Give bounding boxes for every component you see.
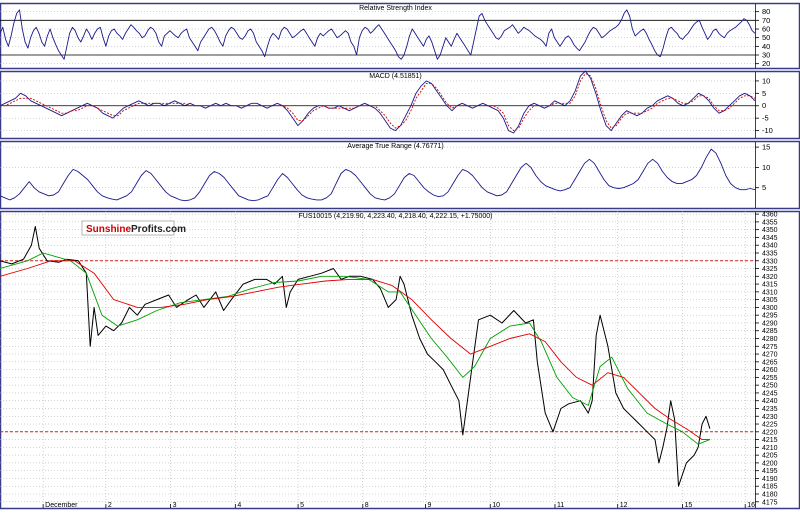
price-xtick-label: 3 <box>173 502 177 509</box>
price-ytick-label: 4290 <box>762 320 778 327</box>
stock-chart: 20 30 40 50 60 70 80 Relative Strength Index -10… <box>0 0 800 512</box>
price-xtick-label: 2 <box>108 502 112 509</box>
rsi-ytick-label: 80 <box>762 7 770 16</box>
atr-ytick-label: 10 <box>762 163 770 172</box>
price-ytick-label: 4175 <box>762 499 778 506</box>
atr-ytick-label: 15 <box>762 143 770 152</box>
price-ytick-label: 4300 <box>762 305 778 312</box>
price-ytick-label: 4255 <box>762 375 778 382</box>
price-ytick-label: 4330 <box>762 258 778 265</box>
price-ytick-label: 4335 <box>762 250 778 257</box>
rsi-ytick-label: 20 <box>762 59 770 68</box>
price-xtick-label: 15 <box>684 502 692 509</box>
macd-ytick-label: 10 <box>762 76 770 85</box>
price-xtick-label: 9 <box>428 502 432 509</box>
logo-part-2: Profits.com <box>131 224 186 235</box>
rsi-ytick-label: 60 <box>762 25 770 34</box>
price-ytick-label: 4220 <box>762 429 778 436</box>
price-ytick-label: 4240 <box>762 398 778 405</box>
price-ytick-label: 4280 <box>762 336 778 343</box>
price-xtick-label: 5 <box>300 502 304 509</box>
price-ytick-label: 4250 <box>762 383 778 390</box>
price-ytick-label: 4340 <box>762 243 778 250</box>
price-ytick-label: 4355 <box>762 219 778 226</box>
price-ytick-label: 4310 <box>762 289 778 296</box>
price-xtick-label: 4 <box>237 502 241 509</box>
price-ytick-label: 4225 <box>762 422 778 429</box>
price-ytick-label: 4195 <box>762 468 778 475</box>
price-ytick-label: 4210 <box>762 445 778 452</box>
price-ytick-label: 4285 <box>762 328 778 335</box>
price-ytick-label: 4230 <box>762 414 778 421</box>
price-xtick-label: 12 <box>620 502 628 509</box>
macd-ytick-label: -5 <box>762 114 769 123</box>
rsi-ytick-label: 30 <box>762 51 770 60</box>
price-ytick-label: 4190 <box>762 476 778 483</box>
macd-ytick-label: 5 <box>762 89 766 98</box>
price-ytick-label: 4350 <box>762 227 778 234</box>
price-ytick-label: 4265 <box>762 359 778 366</box>
price-ytick-label: 4320 <box>762 274 778 281</box>
atr-ytick-label: 5 <box>762 183 766 192</box>
rsi-ytick-label: 70 <box>762 16 770 25</box>
macd-ytick-label: -10 <box>762 126 773 135</box>
sunshine-profits-logo: SunshineProfits.com <box>86 224 186 235</box>
macd-panel-frame <box>0 70 800 140</box>
price-ytick-label: 4270 <box>762 352 778 359</box>
price-ytick-label: 4275 <box>762 344 778 351</box>
price-ytick-label: 4215 <box>762 437 778 444</box>
price-xtick-label: 11 <box>557 502 564 509</box>
price-ytick-label: 4235 <box>762 406 778 413</box>
price-ytick-label: 4315 <box>762 282 778 289</box>
logo-part-1: Sunshine <box>86 224 131 235</box>
price-ytick-label: 4360 <box>762 212 778 219</box>
price-xtick-label: 10 <box>492 502 500 509</box>
price-xtick-label: December <box>45 502 78 509</box>
price-ytick-label: 4345 <box>762 235 778 242</box>
price-title: FUS10015 (4,219.90, 4,223.40, 4,218.40, … <box>298 213 492 220</box>
price-ytick-label: 4200 <box>762 460 778 467</box>
price-ytick-label: 4205 <box>762 453 778 460</box>
atr-title: Average True Range (4.76771) <box>347 143 443 150</box>
rsi-title: Relative Strength Index <box>359 5 432 12</box>
price-ytick-label: 4325 <box>762 266 778 273</box>
chart-canvas: 20304050607080Relative Strength Index-10… <box>0 2 800 510</box>
rsi-ytick-label: 40 <box>762 42 770 51</box>
macd-title: MACD (4.51851) <box>369 73 422 80</box>
price-ytick-label: 4180 <box>762 492 778 499</box>
price-ytick-label: 4295 <box>762 313 778 320</box>
price-ytick-label: 4245 <box>762 390 778 397</box>
price-xtick-label: 16 <box>747 502 755 509</box>
rsi-ytick-label: 50 <box>762 33 770 42</box>
price-ytick-label: 4305 <box>762 297 778 304</box>
price-ytick-label: 4260 <box>762 367 778 374</box>
price-panel-frame <box>0 210 800 510</box>
price-xtick-label: 8 <box>365 502 369 509</box>
price-ytick-label: 4185 <box>762 484 778 491</box>
macd-ytick-label: 0 <box>762 101 766 110</box>
